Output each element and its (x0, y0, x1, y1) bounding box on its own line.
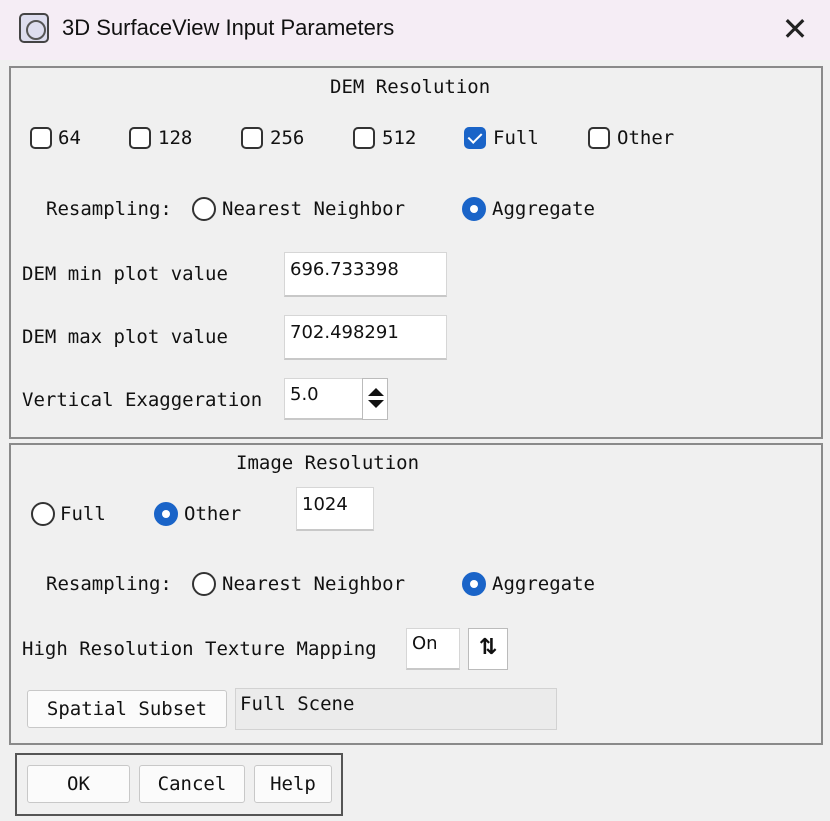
vertical-exaggeration-stepper[interactable] (362, 378, 388, 420)
spatial-subset-button[interactable]: Spatial Subset (27, 690, 227, 728)
image-res-other-input[interactable]: 1024 (296, 487, 374, 531)
dem-res-256-label[interactable]: 256 (270, 127, 304, 149)
stepper-down-icon[interactable] (368, 400, 384, 408)
dem-res-64-label[interactable]: 64 (58, 127, 81, 149)
dem-res-other-label[interactable]: Other (617, 127, 674, 149)
dem-max-input[interactable]: 702.498291 (284, 315, 447, 360)
texture-mapping-value[interactable]: On (406, 628, 460, 670)
dem-res-512-checkbox[interactable] (353, 127, 375, 149)
sort-arrows-icon[interactable]: ⇅ (468, 628, 508, 670)
image-res-other-radio[interactable] (154, 502, 178, 526)
image-res-full-radio[interactable] (31, 502, 55, 526)
dem-max-label: DEM max plot value (22, 326, 228, 348)
dem-min-input[interactable]: 696.733398 (284, 252, 447, 297)
dem-res-512-label[interactable]: 512 (382, 127, 416, 149)
window-title: 3D SurfaceView Input Parameters (62, 15, 395, 40)
dem-res-other-checkbox[interactable] (588, 127, 610, 149)
stepper-up-icon[interactable] (368, 388, 384, 396)
dem-res-128-label[interactable]: 128 (158, 127, 192, 149)
dem-section-title: DEM Resolution (330, 76, 491, 98)
dem-res-full-checkbox[interactable] (464, 127, 486, 149)
dem-resampling-label: Resampling: (46, 198, 172, 220)
dem-res-64-checkbox[interactable] (30, 127, 52, 149)
dem-res-128-checkbox[interactable] (129, 127, 151, 149)
image-section-title: Image Resolution (236, 452, 420, 474)
dem-res-full-label[interactable]: Full (493, 127, 539, 149)
vertical-exaggeration-label: Vertical Exaggeration (22, 389, 263, 411)
image-res-other-label[interactable]: Other (184, 503, 241, 525)
close-button[interactable]: ✕ (770, 6, 820, 52)
dem-nearest-neighbor-radio[interactable] (192, 197, 216, 221)
vertical-exaggeration-input[interactable]: 5.0 (284, 378, 364, 420)
title-bar: 3D SurfaceView Input Parameters ✕ (0, 0, 830, 60)
image-resampling-label: Resampling: (46, 573, 172, 595)
image-nearest-neighbor-radio[interactable] (192, 572, 216, 596)
dem-aggregate-label[interactable]: Aggregate (492, 198, 595, 220)
dem-min-label: DEM min plot value (22, 263, 228, 285)
ok-button[interactable]: OK (27, 765, 130, 803)
dem-res-256-checkbox[interactable] (241, 127, 263, 149)
image-res-full-label[interactable]: Full (60, 503, 106, 525)
help-button[interactable]: Help (254, 765, 332, 803)
image-nearest-neighbor-label[interactable]: Nearest Neighbor (222, 573, 405, 595)
dem-aggregate-radio[interactable] (462, 197, 486, 221)
image-aggregate-radio[interactable] (462, 572, 486, 596)
spatial-subset-value: Full Scene (235, 688, 557, 730)
app-icon (19, 13, 49, 43)
dem-nearest-neighbor-label[interactable]: Nearest Neighbor (222, 198, 405, 220)
cancel-button[interactable]: Cancel (139, 765, 245, 803)
texture-mapping-label: High Resolution Texture Mapping (22, 638, 377, 660)
image-aggregate-label[interactable]: Aggregate (492, 573, 595, 595)
